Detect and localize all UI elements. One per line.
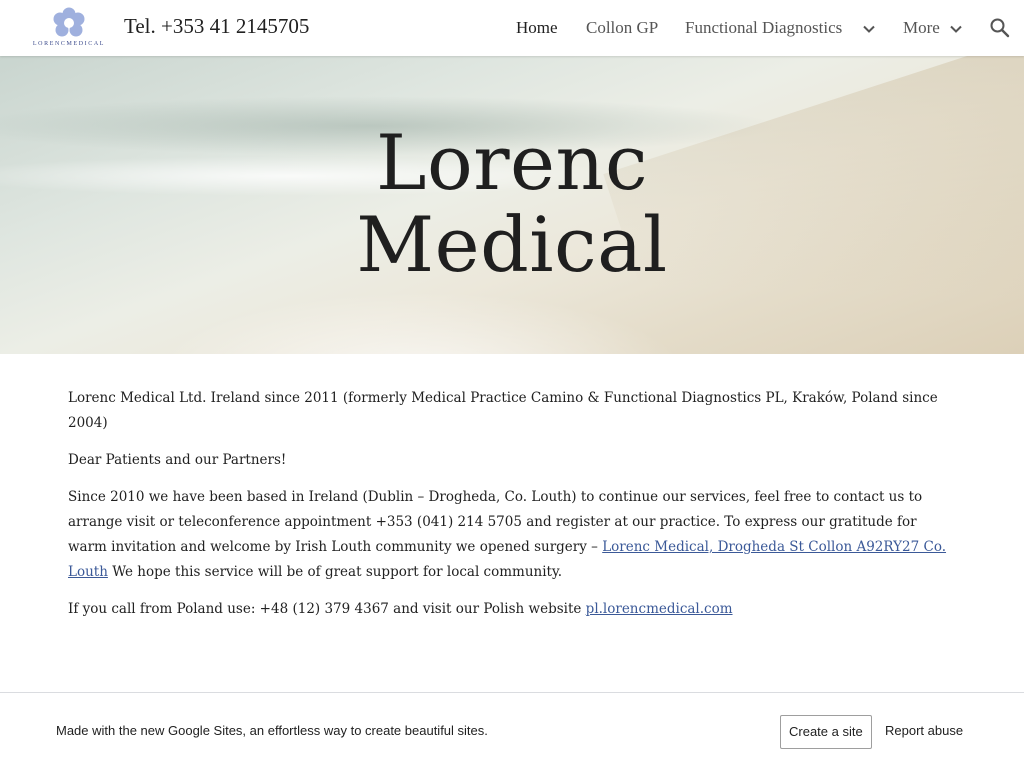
logo-text: LORENCMEDICAL bbox=[32, 41, 106, 47]
site-title[interactable]: Tel. +353 41 2145705 bbox=[124, 14, 309, 39]
nav-more[interactable]: More bbox=[903, 18, 940, 38]
hero-title: Lorenc Medical bbox=[0, 122, 1024, 286]
hero-title-line-2: Medical bbox=[356, 200, 668, 289]
poland-paragraph: If you call from Poland use: +48 (12) 37… bbox=[68, 597, 958, 622]
intro-paragraph: Lorenc Medical Ltd. Ireland since 2011 (… bbox=[68, 390, 938, 431]
chevron-down-icon[interactable] bbox=[862, 22, 876, 36]
report-abuse-link[interactable]: Report abuse bbox=[885, 723, 963, 738]
create-site-button[interactable]: Create a site bbox=[780, 715, 872, 749]
poland-text: If you call from Poland use: +48 (12) 37… bbox=[68, 601, 586, 617]
footer-text: Made with the new Google Sites, an effor… bbox=[56, 723, 488, 738]
main-content: Lorenc Medical Ltd. Ireland since 2011 (… bbox=[68, 386, 958, 634]
flower-logo-icon bbox=[53, 7, 85, 37]
site-header: LORENCMEDICAL Tel. +353 41 2145705 Home … bbox=[0, 0, 1024, 56]
hero-title-line-1: Lorenc bbox=[375, 118, 649, 207]
hero-banner: Lorenc Medical bbox=[0, 56, 1024, 354]
chevron-down-icon[interactable] bbox=[949, 22, 963, 36]
about-paragraph: Since 2010 we have been based in Ireland… bbox=[68, 485, 958, 585]
about-text-end: We hope this service will be of great su… bbox=[107, 564, 563, 580]
site-footer: Made with the new Google Sites, an effor… bbox=[0, 692, 1024, 769]
greeting-paragraph: Dear Patients and our Partners! bbox=[68, 452, 287, 468]
nav-home[interactable]: Home bbox=[516, 18, 558, 38]
nav-functional-diagnostics[interactable]: Functional Diagnostics bbox=[685, 18, 842, 38]
site-logo[interactable]: LORENCMEDICAL bbox=[30, 6, 108, 50]
search-icon[interactable] bbox=[988, 16, 1012, 40]
nav-collon-gp[interactable]: Collon GP bbox=[586, 18, 658, 38]
polish-website-link[interactable]: pl.lorencmedical.com bbox=[586, 601, 733, 617]
